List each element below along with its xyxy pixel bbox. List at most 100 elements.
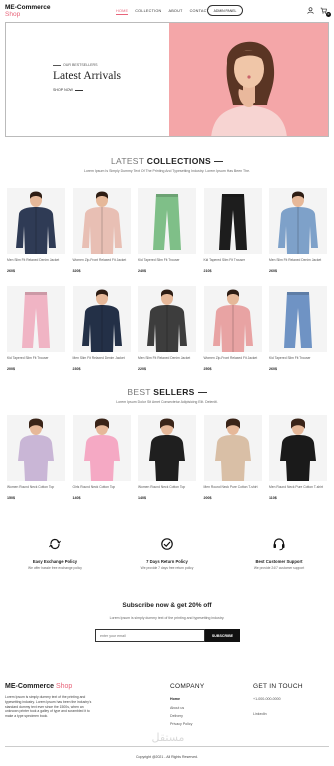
model-illustration [169,23,328,136]
headset-icon [273,538,285,551]
product-price: 230$ [72,367,81,371]
product-image[interactable] [7,286,65,352]
nav-about[interactable]: ABOUT [168,9,182,15]
product-card[interactable]: Women Zip-Front Relaxed Fit Jacket 320$ [72,188,131,273]
product-name[interactable]: Women Zip-Front Relaxed Fit Jacket [73,258,131,267]
product-card[interactable]: Girls Round Neck Cotton Top 140$ [72,415,131,500]
cart-count-badge: 0 [326,12,331,17]
policy-desc: We offer hassle free exchange policy [28,566,82,570]
footer-link-delivery[interactable]: Delivery [170,714,183,718]
watermark-text: مستقل [151,731,185,744]
policy-title: 7 Days Return Policy [146,559,188,564]
product-price: 200$ [203,496,212,500]
hero-title: Latest Arrivals [53,70,122,82]
product-price: 150$ [7,496,15,500]
product-card[interactable]: Men Round Neck Pure Cotton T-shirt 110$ [269,415,327,500]
bestsellers-subtitle: Lorem Ipsum Dolor Sit Amet Consectetur A… [116,400,218,404]
product-card[interactable]: Kid Tapered Slim Fit Trouser 210$ [203,188,262,273]
product-name[interactable]: Girls Round Neck Cotton Top [73,485,131,494]
nav-home[interactable]: HOME [116,9,129,15]
product-card[interactable]: Women Zip-Front Relaxed Fit Jacket 250$ [203,286,262,371]
product-image[interactable] [72,188,131,254]
shop-now-link[interactable]: SHOP NOW [53,88,83,92]
product-image[interactable] [72,286,131,352]
admin-panel-button[interactable]: ADMIN PANEL [207,5,243,16]
product-image[interactable] [269,415,327,481]
product-name[interactable]: Kid Tapered Slim Fit Trouser [7,356,65,365]
footer-link-about[interactable]: About us [170,706,184,710]
product-image[interactable] [138,415,196,481]
subscribe-title: Subscribe now & get 20% off [122,602,212,609]
logo-line-2: Shop [5,11,21,18]
policy-return: 7 Days Return Policy We provide 7 days f… [122,537,212,570]
logo[interactable]: ME-Commerce Shop [5,4,51,18]
footer-linkedin[interactable]: LinkedIn [253,712,267,716]
product-card[interactable]: Men Slim Fit Relaxed Denim Jacket 260$ [7,188,65,273]
collections-title: LATEST COLLECTIONS [110,156,224,166]
product-name[interactable]: Men Round Neck Pure Cotton T-shirt [204,485,262,494]
product-price: 140$ [72,496,81,500]
policy-support: Best Customer Support We provide 24/7 cu… [234,537,324,570]
user-icon[interactable] [307,7,314,14]
product-price: 240$ [138,269,146,273]
product-name[interactable]: Men Slim Fit Relaxed Denim Jacket [7,258,65,267]
product-image[interactable] [138,188,196,254]
product-price: 210$ [203,269,212,273]
product-name[interactable]: Kid Tapered Slim Fit Trouser [138,258,196,267]
footer-divider [5,746,329,747]
subscribe-description: Lorem Ipsum is simply dummy text of the … [109,616,225,620]
product-image[interactable] [72,415,131,481]
hero-image [169,23,328,136]
product-name[interactable]: Men Slim Fit Relaxed Denim Jacket [269,258,327,267]
watermark-logo: مستقل [150,731,186,753]
product-image[interactable] [203,415,262,481]
product-price: 320$ [72,269,81,273]
product-price: 260$ [269,367,277,371]
product-name[interactable]: Women Zip-Front Relaxed Fit Jacket [204,356,262,365]
product-name[interactable]: Women Round Neck Cotton Top [7,485,65,494]
product-image[interactable] [7,415,65,481]
product-card[interactable]: Kid Tapered Slim Fit Trouser 240$ [138,188,196,273]
product-card[interactable]: Men Slim Fit Relaxed Denim Jacket 230$ [72,286,131,371]
footer-link-home[interactable]: Home [170,697,180,701]
product-price: 250$ [203,367,212,371]
product-card[interactable]: Men Slim Fit Relaxed Denim Jacket 220$ [138,286,196,371]
product-name[interactable]: Women Round Neck Cotton Top [138,485,196,494]
product-price: 140$ [138,496,146,500]
product-card[interactable]: Kid Tapered Slim Fit Trouser 200$ [7,286,65,371]
footer-contact-title: GET IN TOUCH [253,683,303,690]
product-image[interactable] [203,286,262,352]
product-card[interactable]: Kid Tapered Slim Fit Trouser 260$ [269,286,327,371]
main-nav: HOME COLLECTION ABOUT CONTACT [116,9,209,15]
return-icon [161,538,173,550]
product-image[interactable] [138,286,196,352]
product-name[interactable]: Men Slim Fit Relaxed Denim Jacket [138,356,196,365]
product-price: 200$ [7,367,15,371]
policy-title: Best Customer Support [255,559,303,564]
product-name[interactable]: Men Slim Fit Relaxed Denim Jacket [73,356,131,365]
footer-link-privacy[interactable]: Privacy Policy [170,722,192,726]
nav-collection[interactable]: COLLECTION [135,9,161,15]
hero-text-panel: OUR BESTSELLERS Latest Arrivals SHOP NOW [6,23,169,136]
product-card[interactable]: Women Round Neck Cotton Top 150$ [7,415,65,500]
footer-phone[interactable]: +1-000-000-0000 [253,697,281,701]
email-input[interactable] [95,629,205,642]
product-name[interactable]: Men Round Neck Pure Cotton T-shirt [269,485,327,494]
product-name[interactable]: Kid Tapered Slim Fit Trouser [269,356,327,365]
product-image[interactable] [269,188,327,254]
product-card[interactable]: Men Slim Fit Relaxed Denim Jacket 260$ [269,188,327,273]
footer-logo[interactable]: ME-Commerce Shop [5,683,72,690]
product-card[interactable]: Women Round Neck Cotton Top 140$ [138,415,196,500]
subscribe-button[interactable]: SUBSCRIBE [205,629,240,642]
footer-about-text: Lorem Ipsum is simply dummy text of the … [5,695,92,719]
product-name[interactable]: Kid Tapered Slim Fit Trouser [204,258,262,267]
product-image[interactable] [203,188,262,254]
product-image[interactable] [269,286,327,352]
footer-company-title: COMPANY [170,683,205,690]
product-price: 110$ [269,496,277,500]
product-image[interactable] [7,188,65,254]
logo-line-1: ME-Commerce [5,4,51,11]
bestsellers-title: BEST SELLERS [127,387,207,397]
site-header: ME-Commerce Shop HOME COLLECTION ABOUT C… [0,0,334,22]
product-card[interactable]: Men Round Neck Pure Cotton T-shirt 200$ [203,415,262,500]
